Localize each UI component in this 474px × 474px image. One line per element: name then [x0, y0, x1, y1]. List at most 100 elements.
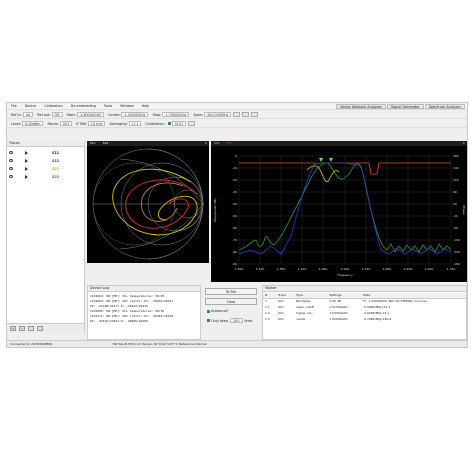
trace-row-s22[interactable]: S22 — [7, 173, 84, 180]
x-tick: 1.50G — [340, 267, 350, 271]
menu-bar: File Device Calibration De-embedding Too… — [7, 103, 467, 110]
x-tick: 1.42G — [297, 267, 307, 271]
y2-axis-label: Phase — [462, 206, 466, 215]
ref-in-select[interactable]: int — [22, 112, 34, 117]
menu-device[interactable]: Device — [21, 104, 41, 108]
calibration-label: Calibration: — [145, 121, 165, 126]
eye-icon[interactable] — [9, 151, 13, 154]
start-label: Start: — [66, 112, 76, 117]
zoom-in-button[interactable] — [242, 112, 250, 117]
y2-tick: -140 — [453, 250, 460, 254]
trace-row-s11[interactable]: S11 — [7, 149, 84, 156]
trace-name: S21 — [52, 166, 60, 171]
x-tick: 1.34G — [255, 267, 265, 271]
mode-signal-generator[interactable]: Signal Generator — [387, 104, 424, 109]
autoscroll-checkbox[interactable] — [207, 309, 210, 313]
y-tick: -40 — [232, 202, 237, 206]
y-tick: -90 — [232, 262, 237, 266]
only-keep-label: Only keep — [211, 318, 229, 323]
calibration-select[interactable]: SOLT — [171, 121, 187, 126]
vna-window: File Device Calibration De-embedding Too… — [6, 102, 468, 348]
bode-y-left-ticks: 0 -10 -20 -30 -40 -50 -60 -70 -80 -90 — [232, 154, 237, 266]
marker-panel: Marker # Trace Type Settings Data 1 S21 … — [262, 285, 467, 340]
marker-type[interactable]: center — [294, 316, 327, 322]
x-tick: 1.58G — [382, 267, 392, 271]
play-icon[interactable] — [25, 166, 28, 171]
lines-label: lines — [244, 318, 253, 323]
play-icon[interactable] — [25, 174, 28, 179]
x-tick: 1.62G — [403, 267, 413, 271]
eye-icon[interactable] — [9, 159, 13, 162]
autoscroll-label: Autoscroll — [211, 309, 228, 313]
menu-de-embedding[interactable]: De-embedding — [67, 104, 100, 108]
trace-row-s21[interactable]: S21 — [7, 165, 84, 172]
y2-tick: -20 — [453, 214, 458, 218]
y2-tick: 60 — [453, 190, 457, 194]
smith-traces — [112, 168, 198, 236]
marker-settings[interactable]: 1.52696GHz — [327, 316, 361, 322]
only-keep-checkbox[interactable] — [207, 319, 210, 322]
math-trace-button[interactable] — [37, 326, 43, 331]
y2-tick: -100 — [453, 238, 460, 242]
ref-out-label: Ref out: — [37, 112, 51, 117]
start-input[interactable]: 1.30000GHz — [77, 112, 104, 117]
points-input[interactable]: 501 — [59, 121, 73, 126]
menu-calibration[interactable]: Calibration — [40, 104, 66, 108]
marker-data: -0.7964dB@-180.8 — [363, 317, 392, 321]
play-icon[interactable] — [25, 158, 28, 163]
span-label: Span: — [193, 112, 203, 117]
edit-trace-button[interactable] — [28, 326, 34, 331]
x-axis-label: Frequency — [337, 273, 353, 277]
device-info: HW Rev.B FW:0.1.0 Temps: 34°C/41°C/37°C … — [112, 342, 207, 346]
menu-window[interactable]: Window — [116, 104, 137, 108]
mode-spectrum-analyzer[interactable]: Spectrum Analyzer — [424, 104, 465, 109]
calibration-active-indicator — [167, 122, 171, 125]
bode-plot-panel[interactable]: S21 S11 × 0 -10 -20 -30 -40 -50 -60 -70 … — [211, 141, 467, 282]
remove-trace-button[interactable]: − — [19, 326, 25, 331]
frequency-toolbar: Ref In: int Ref out: Off Start: 1.30000G… — [7, 111, 467, 119]
averaging-input[interactable]: 1/ 1 — [128, 121, 142, 126]
device-log-text[interactable]: 1134684: HW:[MP]: PLL temperatures: 36/3… — [90, 294, 202, 339]
center-label: Center: — [107, 112, 121, 117]
averaging-label: Averaging: — [109, 121, 128, 126]
level-input[interactable]: 0.00dBm — [22, 121, 44, 126]
smith-grid — [92, 148, 204, 260]
span-input[interactable]: 400.000MHz — [204, 112, 232, 117]
menu-help[interactable]: Help — [138, 104, 154, 108]
clear-button[interactable]: Clear — [205, 298, 257, 305]
y-tick: -50 — [232, 214, 237, 218]
marker-trace[interactable]: S21 — [276, 316, 294, 322]
table-row[interactable]: 1.3 S21 center 1.52696GHz -0.7964dB@-180… — [263, 316, 466, 322]
zoom-out-button[interactable] — [251, 112, 259, 117]
device-log-title: Device Log — [88, 286, 200, 292]
eye-icon[interactable] — [9, 167, 13, 170]
eye-icon[interactable] — [9, 175, 13, 178]
add-trace-button[interactable]: + — [10, 326, 16, 331]
only-keep-option[interactable]: Only keep 200 lines — [205, 318, 252, 323]
x-tick: 1.30G — [234, 267, 244, 271]
ref-out-select[interactable]: Off — [51, 112, 63, 117]
ifbw-input[interactable]: 10 kHz — [87, 121, 106, 126]
mode-vna[interactable]: Vector Network Analyzer — [336, 104, 387, 109]
y2-tick: 100 — [453, 178, 459, 182]
smith-chart-panel[interactable]: S11 S22 × — [87, 141, 209, 263]
x-tick: 1.46G — [318, 267, 328, 271]
trace-row-s12[interactable]: S12 — [7, 157, 84, 164]
full-span-button[interactable] — [233, 112, 241, 117]
play-icon[interactable] — [25, 150, 28, 155]
y2-tick: 140 — [453, 166, 459, 170]
y-tick: -20 — [232, 178, 237, 182]
only-keep-input[interactable]: 200 — [230, 318, 243, 323]
bode-x-ticks: 1.30G 1.34G 1.38G 1.42G 1.46G 1.50G 1.54… — [234, 267, 456, 277]
menu-file[interactable]: File — [7, 104, 21, 108]
calibration-edit-button[interactable] — [188, 121, 196, 126]
marker-title: Marker — [263, 286, 466, 292]
level-label: Level: — [11, 121, 22, 126]
stop-input[interactable]: 1.70000GHz — [162, 112, 190, 117]
autoscroll-option[interactable]: Autoscroll — [205, 309, 228, 313]
center-input[interactable]: 1.50000GHz — [121, 112, 149, 117]
x-tick: 1.38G — [276, 267, 286, 271]
menu-tools[interactable]: Tools — [100, 104, 116, 108]
x-tick: 1.54G — [361, 267, 371, 271]
to-file-button[interactable]: To File — [205, 288, 257, 295]
